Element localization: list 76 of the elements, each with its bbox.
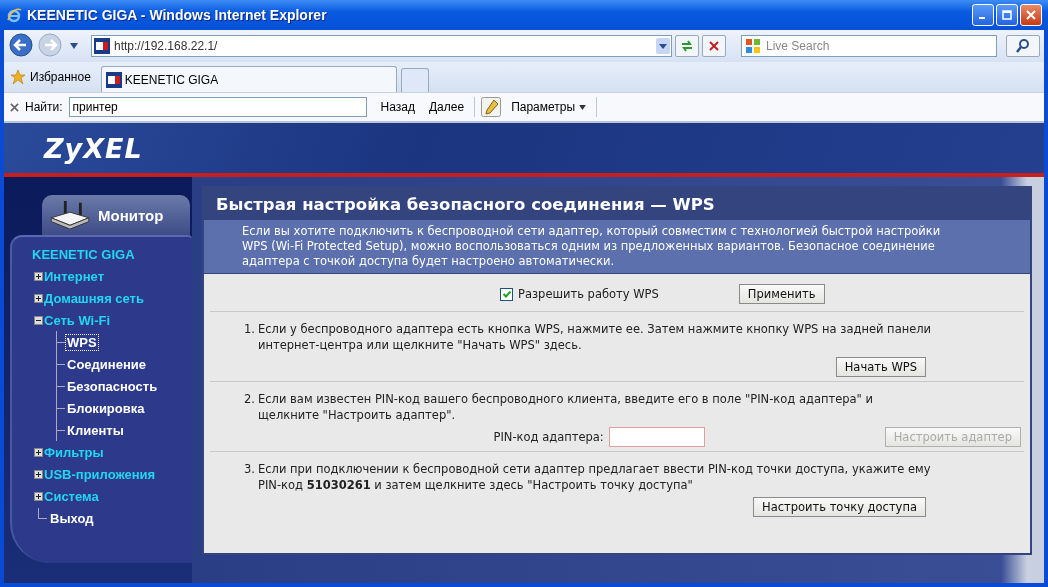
expand-icon[interactable] [34, 469, 43, 479]
menu-item[interactable]: Система [44, 488, 99, 504]
maximize-button[interactable] [996, 4, 1018, 26]
tree-connector [56, 353, 65, 375]
search-field[interactable]: Live Search [741, 35, 997, 57]
step-text: Если у беспроводного адаптера есть кнопка WPS, нажмите ее. Затем нажмите кнопку WPS на задней панели интернет-центра или щелкните "Начать WPS" здесь. [258, 321, 933, 353]
address-field[interactable]: http://192.168.22.1/ [91, 35, 672, 57]
menu-item[interactable]: Интернет [44, 268, 104, 284]
close-button[interactable] [1020, 4, 1042, 26]
step-text: Если при подключении к беспроводной сети адаптер предлагает ввести PIN-код точки доступа, укажите ему PIN-код 51030261 и затем щелкните здесь "Настроить точку доступа" [258, 461, 932, 493]
window-title: KEENETIC GIGA - Windows Internet Explorer [27, 7, 328, 23]
expand-icon[interactable] [34, 293, 43, 303]
checkbox[interactable] [500, 287, 513, 301]
stop-button[interactable] [702, 35, 726, 57]
refresh-button[interactable] [675, 35, 699, 57]
favorites-button[interactable]: Избранное [8, 64, 97, 90]
close-icon [1026, 10, 1036, 20]
step-number: 1. [244, 321, 255, 338]
submenu-item[interactable]: WPS [66, 334, 98, 350]
menu-item[interactable]: Сеть Wi-Fi [44, 312, 111, 328]
browser-tab[interactable]: KEENETIC GIGA [100, 66, 397, 92]
close-icon[interactable] [10, 102, 19, 112]
step-text: Если вам известен PIN-код вашего беспроводного клиента, введите его в поле "PIN-код адаптера" и щелкните "Настроить адаптер". [258, 391, 874, 423]
field-label: PIN-код адаптера: [493, 430, 604, 444]
options-button[interactable]: Параметры [507, 100, 591, 114]
pin-field[interactable] [608, 427, 705, 447]
logo: ZyXEL [44, 132, 143, 164]
collapse-icon[interactable] [34, 315, 43, 325]
submenu-item[interactable]: Безопасность [66, 378, 159, 394]
menu-item[interactable]: Фильтры [44, 444, 104, 460]
browser-logo-icon [6, 7, 22, 23]
device-name: KEENETIC GIGA [32, 247, 136, 262]
menu-item[interactable]: Выход [50, 510, 94, 526]
expand-icon[interactable] [34, 447, 43, 457]
minimize-icon [979, 17, 985, 19]
maximize-icon [1002, 10, 1012, 20]
tree-connector [38, 507, 47, 519]
tree-connector [56, 375, 65, 397]
expand-icon[interactable] [34, 491, 43, 501]
submenu-item[interactable]: Блокировка [66, 400, 146, 416]
step-number: 3. [244, 461, 255, 478]
site-icon [105, 71, 122, 88]
step-button[interactable]: Начать WPS [835, 357, 926, 377]
refresh-icon [679, 38, 695, 54]
tree-connector [56, 419, 65, 441]
find-field[interactable]: принтер [68, 97, 367, 117]
pencil-icon[interactable] [481, 97, 502, 117]
dropdown-icon[interactable] [70, 43, 78, 49]
apply-button[interactable]: Применить [738, 284, 825, 304]
panel-title: Быстрая настройка безопасного соединения — WPS [204, 188, 1030, 220]
back-button[interactable] [8, 33, 34, 59]
menu-item[interactable]: USB-приложения [44, 466, 156, 482]
router-icon [48, 199, 92, 231]
intro-text: Если вы хотите подключить к беспроводной сети адаптер, который совместим с технологией быстрой настройки WPS (Wi-Fi Protected Setup), можно воспользоваться одним из предложенных вариантов. Безопасное соединение адаптера с точкой доступа будет настроено автоматически. [204, 220, 1030, 274]
submenu-item[interactable]: Соединение [66, 356, 147, 372]
search-button[interactable] [1006, 35, 1040, 57]
site-icon [94, 38, 110, 54]
previous-button[interactable]: Назад [376, 100, 419, 114]
expand-icon[interactable] [34, 271, 43, 281]
next-button[interactable]: Далее [424, 100, 469, 114]
minimize-button[interactable] [972, 4, 994, 26]
monitor-tab[interactable]: Монитор [42, 195, 190, 235]
star-icon [10, 69, 26, 85]
windows-flag-icon [745, 38, 761, 54]
checkbox-label: Разрешить работу WPS [518, 287, 659, 301]
step-number: 2. [244, 391, 255, 408]
submenu-item[interactable]: Клиенты [66, 422, 125, 438]
address-text: http://192.168.22.1/ [114, 39, 219, 53]
dropdown-icon[interactable] [656, 38, 670, 54]
step-button[interactable]: Настроить точку доступа [753, 497, 926, 517]
tree-connector [56, 331, 65, 353]
caret-icon [579, 104, 587, 110]
tree-connector [56, 397, 65, 419]
menu-item[interactable]: Домашняя сеть [44, 290, 144, 306]
search-icon [1015, 38, 1031, 54]
find-label: Найти: [25, 100, 63, 114]
